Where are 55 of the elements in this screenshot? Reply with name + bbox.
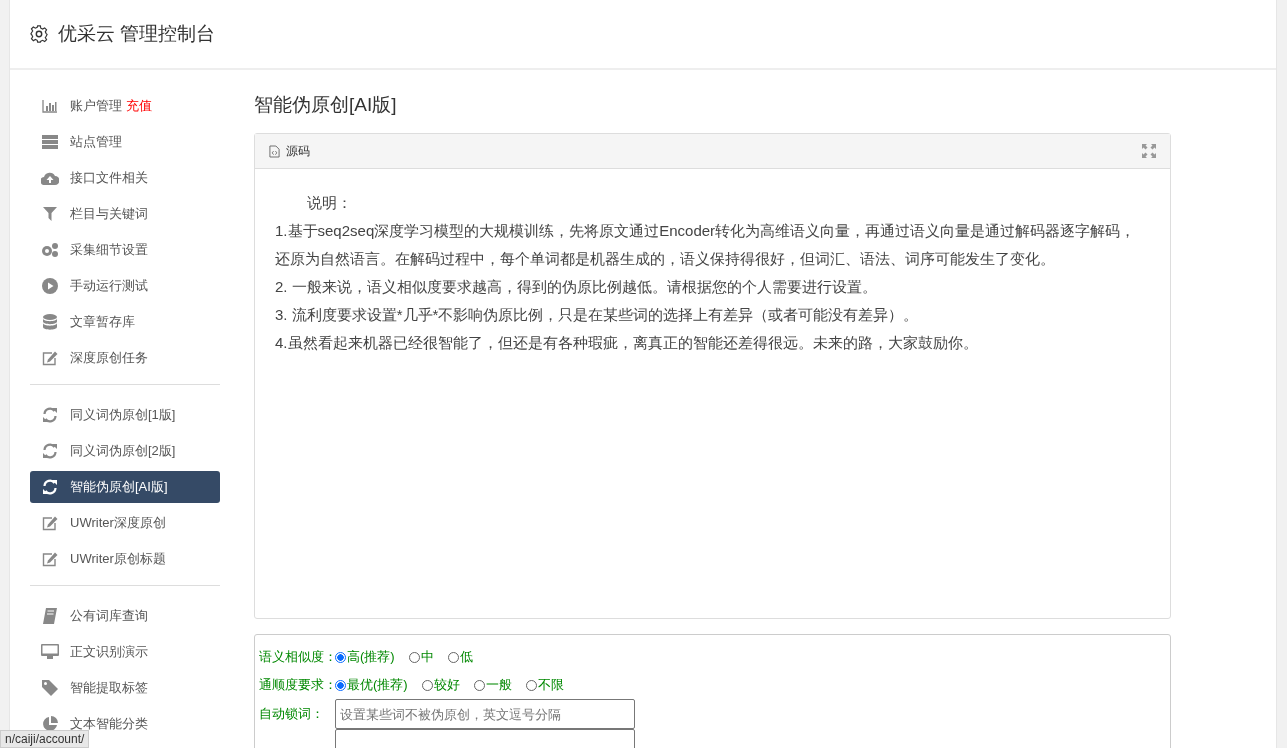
tag-icon: [42, 680, 58, 696]
settings-icon: [30, 25, 48, 43]
pie-chart-icon: [42, 716, 58, 732]
database-icon: [43, 314, 57, 330]
bar-chart-icon: [42, 99, 58, 113]
radio-option[interactable]: 低: [447, 648, 473, 666]
radio-option[interactable]: 中: [408, 648, 434, 666]
source-button[interactable]: 源码: [269, 142, 310, 160]
file-code-icon: [269, 144, 280, 158]
sidebar-item[interactable]: 文章暂存库: [30, 306, 220, 338]
sidebar-item[interactable]: 深度原创任务: [30, 342, 220, 374]
edit-icon: [42, 515, 58, 531]
fullscreen-icon[interactable]: [1142, 144, 1156, 158]
paragraph: 4.虽然看起来机器已经很智能了，但还是有各种瑕疵，离真正的智能还差得很远。未来的路，大家鼓励你。: [275, 333, 979, 353]
sidebar-item[interactable]: 智能伪原创[AI版]: [30, 471, 220, 503]
paragraph: 2. 一般来说，语义相似度要求越高，得到的伪原比例越低。请根据您的个人需要进行设置。: [275, 277, 878, 297]
refresh-icon: [42, 443, 58, 459]
input-field[interactable]: 设置某些词不被伪原创，英文逗号分隔: [335, 699, 635, 729]
sidebar-item[interactable]: 账户管理 充值: [30, 90, 220, 122]
edit-icon: [42, 350, 58, 366]
server-icon: [42, 135, 58, 149]
status-url: n/caiji/account/: [0, 730, 90, 748]
sidebar-item[interactable]: 站点管理: [30, 126, 220, 158]
filter-icon: [43, 207, 57, 221]
book-icon: [43, 608, 57, 624]
sidebar-item[interactable]: 公有词库查询: [30, 600, 220, 632]
field-label: 自动锁词：: [259, 705, 325, 723]
radio-option[interactable]: 高(推荐): [335, 648, 395, 666]
radio-option[interactable]: 一般: [473, 676, 512, 694]
sidebar-item[interactable]: UWriter深度原创: [30, 507, 220, 539]
play-icon: [42, 278, 58, 294]
sidebar-item[interactable]: 采集细节设置: [30, 234, 220, 266]
sidebar-item[interactable]: UWriter原创标题: [30, 543, 220, 575]
sidebar-item[interactable]: 正文识别演示: [30, 636, 220, 668]
refresh-icon: [42, 479, 58, 495]
radio-option[interactable]: 不限: [525, 676, 564, 694]
paragraph: 说明：: [306, 193, 353, 213]
field-label: 通顺度要求：: [259, 676, 335, 694]
field-label: 语义相似度：: [259, 648, 335, 666]
sidebar-item[interactable]: 栏目与关键词: [30, 198, 220, 230]
refresh-icon: [42, 407, 58, 423]
cloud-upload-icon: [41, 171, 59, 185]
sidebar-item[interactable]: 智能提取标签: [30, 672, 220, 704]
sidebar-item[interactable]: 手动运行测试: [30, 270, 220, 302]
paragraph: 1.基于seq2seq深度学习模型的大规模训练，先将原文通过Encoder转化为高维语义向量，再通过语义向量是通过解码器逐字解码，还原为自然语言。在解码过程中，每个单词都是机器生成的，语义保持得很好，但词汇、语法、词序可能发生了变化。: [275, 221, 1137, 269]
sidebar-item[interactable]: 同义词伪原创[2版]: [30, 435, 220, 467]
radio-option[interactable]: 较好: [421, 676, 460, 694]
app-title: 优采云 管理控制台: [58, 22, 216, 46]
paragraph: 3. 流利度要求设置*几乎*不影响伪原比例，只是在某些词的选择上有差异（或者可能没有差异）。: [275, 305, 920, 325]
sidebar-item[interactable]: 同义词伪原创[1版]: [30, 399, 220, 431]
monitor-icon: [41, 644, 59, 660]
sidebar-item[interactable]: 接口文件相关: [30, 162, 220, 194]
radio-option[interactable]: 最优(推荐): [335, 676, 408, 694]
page-title: 智能伪原创[AI版]: [254, 93, 398, 117]
edit-icon: [42, 551, 58, 567]
